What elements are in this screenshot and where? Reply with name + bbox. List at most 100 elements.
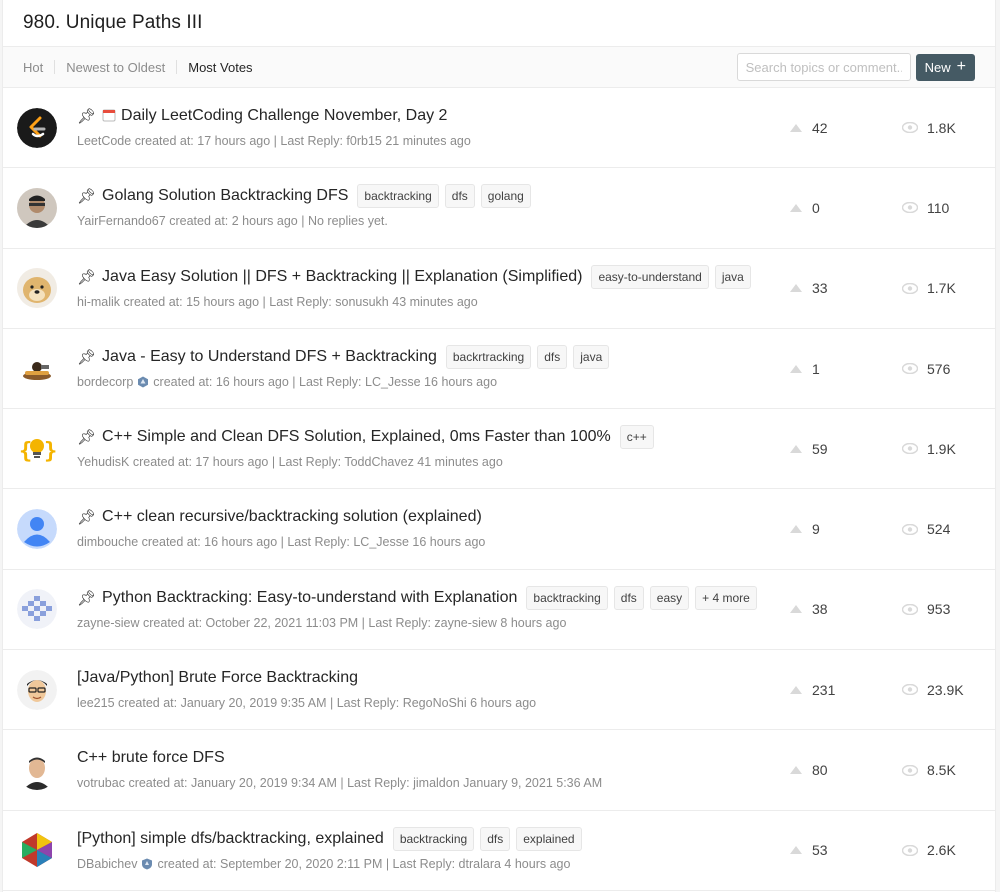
avatar[interactable] [17, 830, 57, 871]
avatar[interactable] [17, 589, 57, 630]
user-badge-icon [138, 376, 149, 388]
topic-list: 📌︎ Daily LeetCoding Challenge November, … [3, 88, 995, 891]
tag-list: c++ [614, 425, 654, 450]
vote-count[interactable]: 0 [789, 200, 820, 216]
tag[interactable]: java [714, 264, 751, 289]
topic-title[interactable]: C++ Simple and Clean DFS Solution, Expla… [102, 428, 611, 446]
eye-icon [902, 603, 918, 615]
table-row[interactable]: { } 📌︎ C++ Simple and Clean DFS Solution… [3, 409, 995, 490]
table-row[interactable]: 📌︎ Daily LeetCoding Challenge November, … [3, 88, 995, 169]
upvote-icon [790, 123, 802, 132]
upvote-icon [790, 846, 802, 855]
tag-list: easy-to-understand java [585, 264, 751, 289]
tag[interactable]: backtracking [526, 585, 608, 610]
author-name[interactable]: YairFernando67 [77, 214, 166, 228]
tag[interactable]: backtracking [392, 826, 475, 851]
tag[interactable]: explained [516, 826, 582, 851]
table-row[interactable]: 📌︎ Java - Easy to Understand DFS + Backt… [3, 329, 995, 410]
topic-content: 📌︎ Daily LeetCoding Challenge November, … [77, 104, 755, 148]
views-number: 110 [927, 199, 950, 216]
author-name[interactable]: LeetCode [77, 134, 131, 148]
tag[interactable]: java [573, 344, 610, 369]
avatar[interactable] [17, 187, 57, 228]
topic-meta: lee215 created at: January 20, 2019 9:35… [77, 696, 755, 710]
table-row[interactable]: 📌︎ C++ clean recursive/backtracking solu… [3, 489, 995, 570]
tag[interactable]: easy [649, 585, 690, 610]
author-name[interactable]: votrubac [77, 776, 125, 790]
topic-content: 📌︎ Java Easy Solution || DFS + Backtrack… [77, 264, 755, 309]
new-topic-button[interactable]: New + [915, 53, 975, 81]
vote-count[interactable]: 53 [789, 842, 828, 858]
vote-count[interactable]: 9 [789, 521, 820, 537]
view-count: 1.8K [902, 120, 956, 136]
tag[interactable]: backrtracking [445, 344, 532, 369]
vote-count[interactable]: 42 [789, 120, 828, 136]
table-row[interactable]: [Java/Python] Brute Force Backtracking l… [3, 650, 995, 731]
tag[interactable]: dfs [480, 826, 511, 851]
vote-count[interactable]: 231 [789, 682, 835, 698]
topic-title[interactable]: [Python] simple dfs/backtracking, explai… [77, 830, 384, 848]
topic-title[interactable]: [Java/Python] Brute Force Backtracking [77, 669, 358, 687]
topic-meta: votrubac created at: January 20, 2019 9:… [77, 776, 755, 790]
author-name[interactable]: lee215 [77, 696, 115, 710]
topic-title[interactable]: Python Backtracking: Easy-to-understand … [102, 589, 517, 607]
author-name[interactable]: bordecorp [77, 375, 133, 389]
tag-list: backtracking dfs easy + 4 more [520, 585, 757, 610]
table-row[interactable]: [Python] simple dfs/backtracking, explai… [3, 811, 995, 891]
vote-count[interactable]: 80 [789, 762, 828, 778]
meta-text: created at: January 20, 2019 9:35 AM | L… [118, 696, 537, 711]
avatar[interactable] [17, 509, 57, 550]
tab-newest[interactable]: Newest to Oldest [66, 60, 165, 75]
topic-title[interactable]: Java Easy Solution || DFS + Backtracking… [102, 268, 582, 286]
author-name[interactable]: dimbouche [77, 535, 138, 549]
tab-hot[interactable]: Hot [23, 60, 43, 75]
meta-text: created at: October 22, 2021 11:03 PM | … [143, 615, 567, 630]
table-row[interactable]: 📌︎ Java Easy Solution || DFS + Backtrack… [3, 249, 995, 329]
svg-text:}: } [44, 439, 57, 464]
pin-icon: 📌︎ [77, 589, 97, 607]
author-name[interactable]: YehudisK [77, 455, 129, 469]
topic-title[interactable]: Java - Easy to Understand DFS + Backtrac… [102, 348, 437, 366]
avatar[interactable] [17, 107, 57, 148]
more-tags-button[interactable]: + 4 more [695, 585, 757, 610]
tag[interactable]: dfs [444, 184, 475, 209]
avatar[interactable] [17, 750, 57, 791]
topic-title[interactable]: C++ brute force DFS [77, 749, 225, 767]
tab-most-votes[interactable]: Most Votes [188, 60, 252, 75]
tag[interactable]: dfs [613, 585, 644, 610]
vote-count[interactable]: 1 [789, 361, 820, 377]
author-name[interactable]: zayne-siew [77, 616, 140, 630]
view-count: 576 [902, 361, 950, 377]
tag[interactable]: backtracking [357, 184, 439, 209]
avatar[interactable] [17, 669, 57, 710]
table-row[interactable]: C++ brute force DFS votrubac created at:… [3, 730, 995, 811]
table-row[interactable]: 📌︎ Python Backtracking: Easy-to-understa… [3, 570, 995, 651]
author-name[interactable]: hi-malik [77, 295, 120, 309]
topic-title[interactable]: Golang Solution Backtracking DFS [102, 187, 348, 205]
views-number: 1.7K [927, 280, 956, 297]
table-row[interactable]: 📌︎ Golang Solution Backtracking DFS back… [3, 168, 995, 249]
topic-title[interactable]: C++ clean recursive/backtracking solutio… [102, 508, 482, 526]
eye-icon [902, 202, 918, 214]
tag[interactable]: golang [480, 184, 531, 209]
topic-content: 📌︎ Java - Easy to Understand DFS + Backt… [77, 344, 755, 389]
topic-title[interactable]: Daily LeetCoding Challenge November, Day… [121, 107, 447, 125]
tag-list: backrtracking dfs java [440, 344, 610, 369]
avatar[interactable] [17, 268, 57, 309]
author-name[interactable]: DBabichev [77, 857, 137, 871]
tag[interactable]: dfs [537, 344, 568, 369]
vote-count[interactable]: 59 [789, 441, 828, 457]
tag[interactable]: c++ [619, 425, 654, 450]
tag[interactable]: easy-to-understand [591, 264, 709, 289]
avatar[interactable]: { } [17, 428, 57, 469]
vote-count[interactable]: 33 [789, 280, 828, 296]
tag-list: backtracking dfs explained [387, 826, 582, 851]
vote-count[interactable]: 38 [789, 601, 828, 617]
topic-meta: zayne-siew created at: October 22, 2021 … [77, 616, 755, 630]
user-badge-icon [142, 858, 153, 870]
search-input[interactable] [736, 53, 911, 81]
votes-number: 53 [812, 842, 828, 859]
eye-icon [902, 363, 918, 375]
avatar[interactable] [17, 348, 57, 389]
view-count: 1.7K [902, 280, 956, 296]
